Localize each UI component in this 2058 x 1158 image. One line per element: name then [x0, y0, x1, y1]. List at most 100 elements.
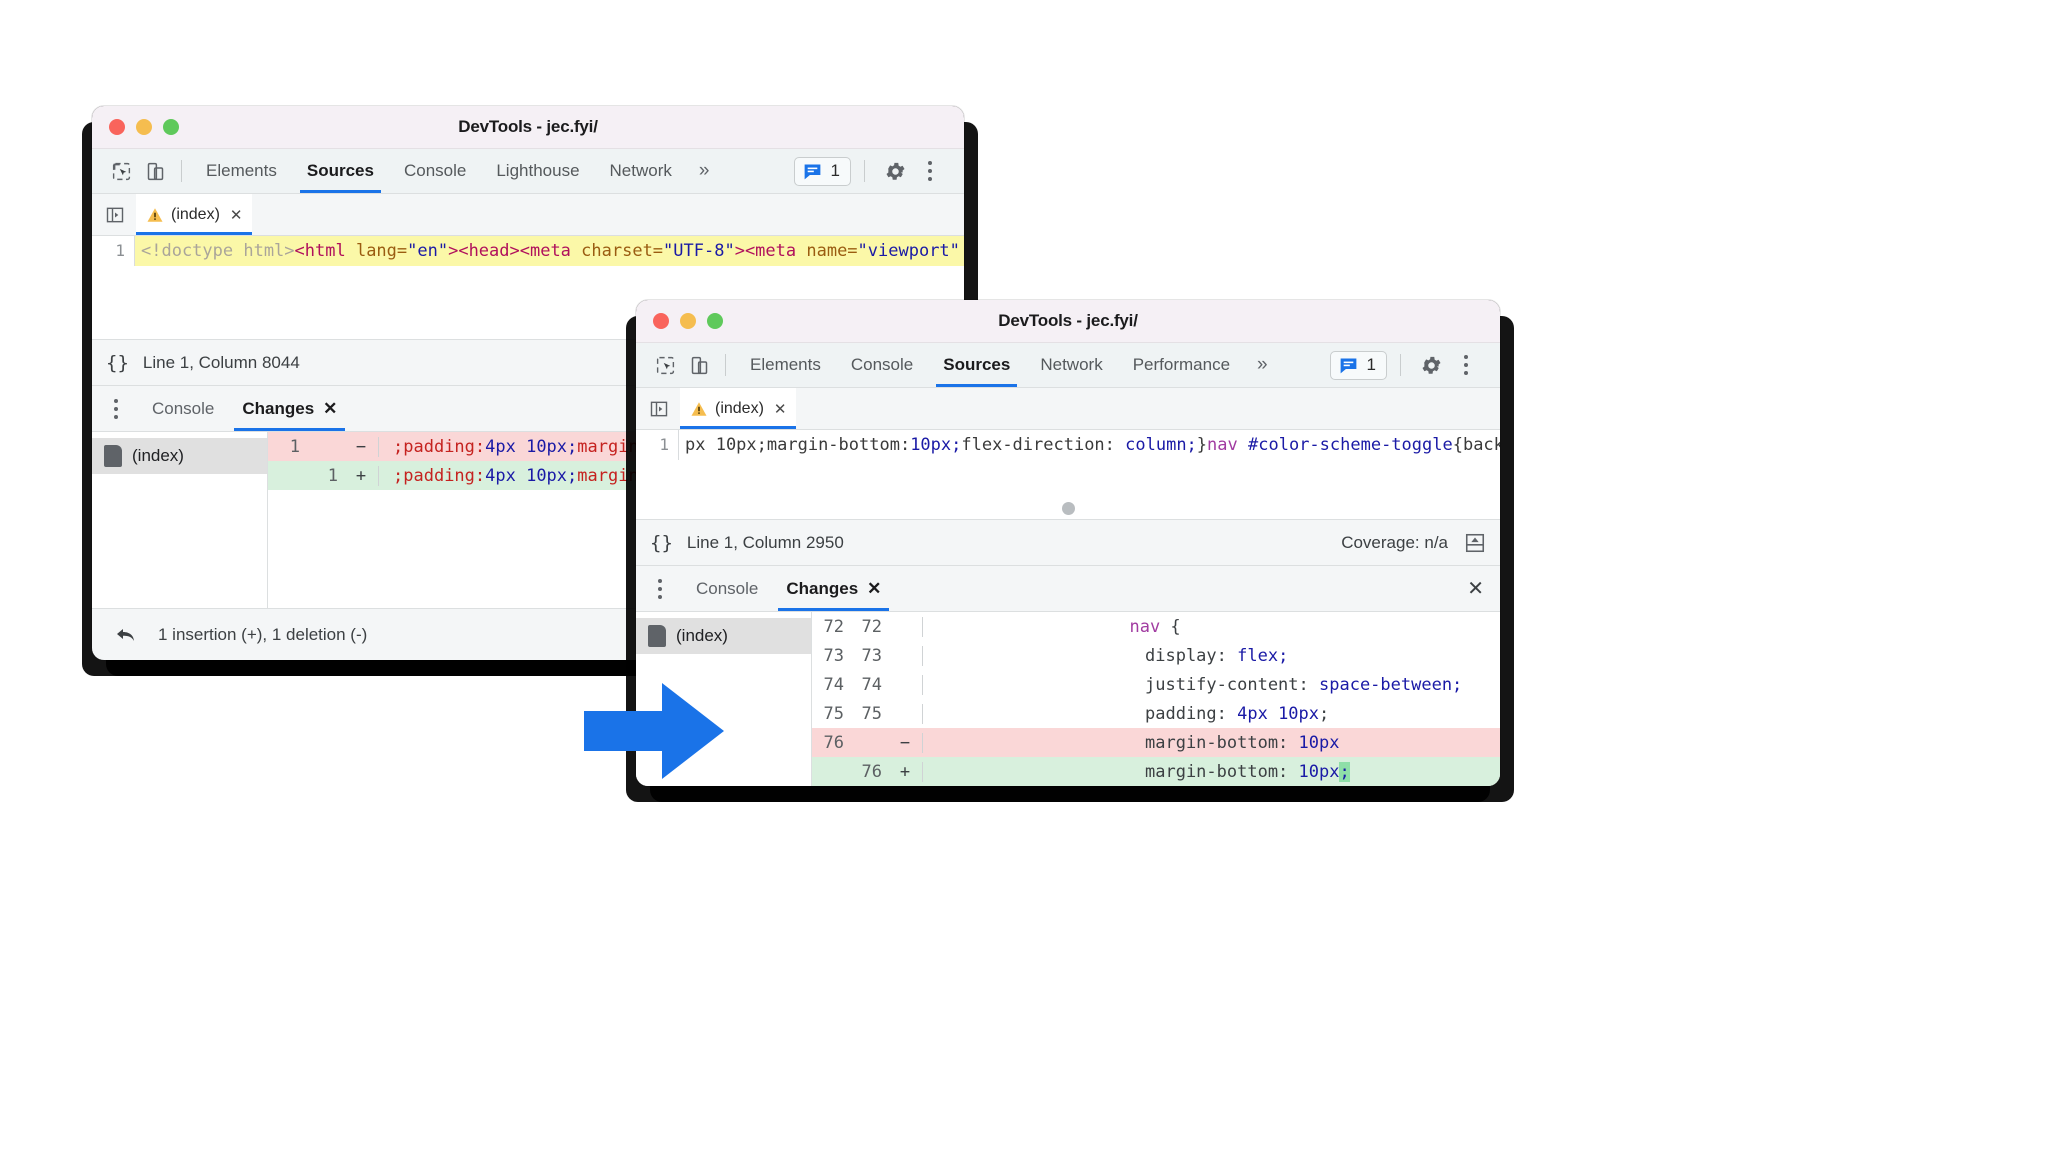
show-navigator-icon[interactable] — [644, 394, 674, 424]
file-icon — [104, 445, 122, 467]
minimize-window-button[interactable] — [136, 119, 152, 135]
format-code-icon[interactable]: {} — [106, 352, 129, 374]
diff-new-line-number: 73 — [861, 645, 882, 666]
close-window-button[interactable] — [653, 313, 669, 329]
drawer-tab-console[interactable]: Console — [138, 386, 228, 431]
diff-new-line-number: 74 — [861, 674, 882, 695]
front-traffic-lights[interactable] — [653, 313, 723, 329]
show-navigator-icon[interactable] — [100, 200, 130, 230]
issues-badge[interactable]: 1 — [1329, 350, 1387, 380]
changes-summary: 1 insertion (+), 1 deletion (-) — [158, 624, 368, 644]
editor-horizontal-scrollbar[interactable] — [636, 502, 1500, 515]
gear-icon[interactable] — [878, 154, 912, 188]
tab-performance[interactable]: Performance — [1118, 343, 1245, 387]
drawer-kebab-menu-icon[interactable] — [646, 578, 674, 599]
close-icon[interactable]: ✕ — [230, 206, 243, 224]
back-titlebar: DevTools - jec.fyi/ — [92, 106, 964, 149]
diff-row: 74 74 justify-content: space-between; — [812, 670, 1500, 699]
diff-sign: + — [899, 761, 911, 782]
tab-sources[interactable]: Sources — [292, 149, 389, 193]
file-tab-label: (index) — [715, 399, 764, 417]
cursor-position: Line 1, Column 8044 — [142, 352, 300, 372]
format-code-icon[interactable]: {} — [650, 532, 673, 554]
code-token-2: lang= — [345, 241, 408, 261]
diff-row: 76 + margin-bottom: 10px; — [812, 757, 1500, 786]
diff-old-line-number: 76 — [823, 732, 844, 753]
tab-lighthouse[interactable]: Lighthouse — [481, 149, 594, 193]
blue-right-arrow — [584, 683, 724, 779]
front-titlebar: DevTools - jec.fyi/ — [636, 300, 1500, 343]
back-window-title: DevTools - jec.fyi/ — [458, 117, 598, 136]
front-diff-view[interactable]: 72 72 nav {73 73 display: flex; 74 74 justify-… — [812, 612, 1500, 786]
device-toolbar-icon[interactable] — [682, 348, 716, 382]
code-line-1[interactable]: px 10px;margin-bottom:10px;flex-directio… — [678, 430, 1500, 460]
devtools-window-front[interactable]: DevTools - jec.fyi/ Elements Console Sou… — [636, 300, 1500, 786]
more-panels-chevron-icon[interactable]: » — [1245, 354, 1280, 376]
drawer-tab-label: Changes — [242, 398, 315, 418]
code-token-10: conte — [960, 241, 964, 261]
front-drawer-tabs: Console Changes ✕ ✕ — [636, 566, 1500, 612]
drawer-tab-label: Console — [696, 578, 759, 598]
tab-console[interactable]: Console — [836, 343, 928, 387]
diff-new-line-number: 72 — [861, 616, 882, 637]
file-tab-index[interactable]: (index) ✕ — [136, 194, 253, 235]
back-changes-filelist[interactable]: (index) — [92, 432, 268, 608]
back-panel-tabs[interactable]: Elements Sources Console Lighthouse Netw… — [191, 149, 721, 193]
back-traffic-lights[interactable] — [109, 119, 179, 135]
front-toolbar-right: 1 — [1329, 348, 1488, 382]
gear-icon[interactable] — [1414, 348, 1448, 382]
warning-triangle-icon — [691, 401, 707, 416]
undo-arrow-icon — [117, 628, 134, 641]
diff-row: 73 73 display: flex; — [812, 641, 1500, 670]
kebab-menu-icon[interactable] — [916, 161, 944, 181]
file-tab-label: (index) — [171, 205, 220, 223]
tab-network[interactable]: Network — [595, 149, 687, 193]
front-editor-statusbar: {} Line 1, Column 2950 Coverage: n/a — [636, 519, 1500, 566]
file-tab-index[interactable]: (index) ✕ — [680, 388, 797, 429]
minimize-window-button[interactable] — [680, 313, 696, 329]
more-panels-chevron-icon[interactable]: » — [687, 160, 722, 182]
warning-triangle-icon — [147, 207, 163, 222]
file-icon — [648, 625, 666, 647]
code-token-4: ><head><meta — [448, 241, 571, 261]
diff-new-line-number: 1 — [327, 465, 338, 486]
close-icon[interactable]: ✕ — [774, 400, 787, 418]
diff-row: 75 75 padding: 4px 10px; — [812, 699, 1500, 728]
diff-line-text: padding: 4px 10px; — [922, 703, 1500, 724]
drawer-tab-changes[interactable]: Changes ✕ — [772, 566, 895, 611]
toolbar-divider — [181, 160, 182, 182]
front-panel-tabs[interactable]: Elements Console Sources Network Perform… — [735, 343, 1280, 387]
front-window-title: DevTools - jec.fyi/ — [998, 311, 1138, 330]
front-code-editor[interactable]: 1 px 10px;margin-bottom:10px;flex-direct… — [636, 430, 1500, 519]
drawer-tab-console[interactable]: Console — [682, 566, 772, 611]
changes-file-item[interactable]: (index) — [92, 438, 267, 474]
close-window-button[interactable] — [109, 119, 125, 135]
drawer-tab-changes[interactable]: Changes ✕ — [228, 386, 351, 431]
code-token-0: px 10px; — [685, 435, 767, 455]
diff-line-text: nav { — [922, 616, 1500, 637]
code-token-9: {background: — [1452, 435, 1500, 455]
close-drawer-icon[interactable]: ✕ — [1467, 576, 1484, 601]
front-changes-body: (index) 72 72 nav {73 73 display: flex; 74 74… — [636, 612, 1500, 786]
diff-line-text: justify-content: space-between; — [922, 674, 1500, 695]
tab-elements[interactable]: Elements — [735, 343, 836, 387]
tab-network[interactable]: Network — [1025, 343, 1117, 387]
issues-badge[interactable]: 1 — [793, 156, 851, 186]
close-icon[interactable]: ✕ — [323, 399, 337, 419]
changes-file-item[interactable]: (index) — [636, 618, 811, 654]
kebab-menu-icon[interactable] — [1452, 355, 1480, 375]
tab-sources[interactable]: Sources — [928, 343, 1025, 387]
close-icon[interactable]: ✕ — [867, 579, 881, 599]
drawer-kebab-menu-icon[interactable] — [102, 398, 130, 419]
tab-console[interactable]: Console — [389, 149, 481, 193]
code-token-5: } — [1196, 435, 1208, 455]
inspect-cursor-icon[interactable] — [648, 348, 682, 382]
inspect-cursor-icon[interactable] — [104, 154, 138, 188]
show-drawer-icon — [1465, 533, 1485, 552]
diff-old-line-number: 1 — [289, 436, 300, 457]
zoom-window-button[interactable] — [163, 119, 179, 135]
device-toolbar-icon[interactable] — [138, 154, 172, 188]
zoom-window-button[interactable] — [707, 313, 723, 329]
code-line-1[interactable]: <!doctype html><html lang="en"><head><me… — [134, 236, 964, 266]
tab-elements[interactable]: Elements — [191, 149, 292, 193]
